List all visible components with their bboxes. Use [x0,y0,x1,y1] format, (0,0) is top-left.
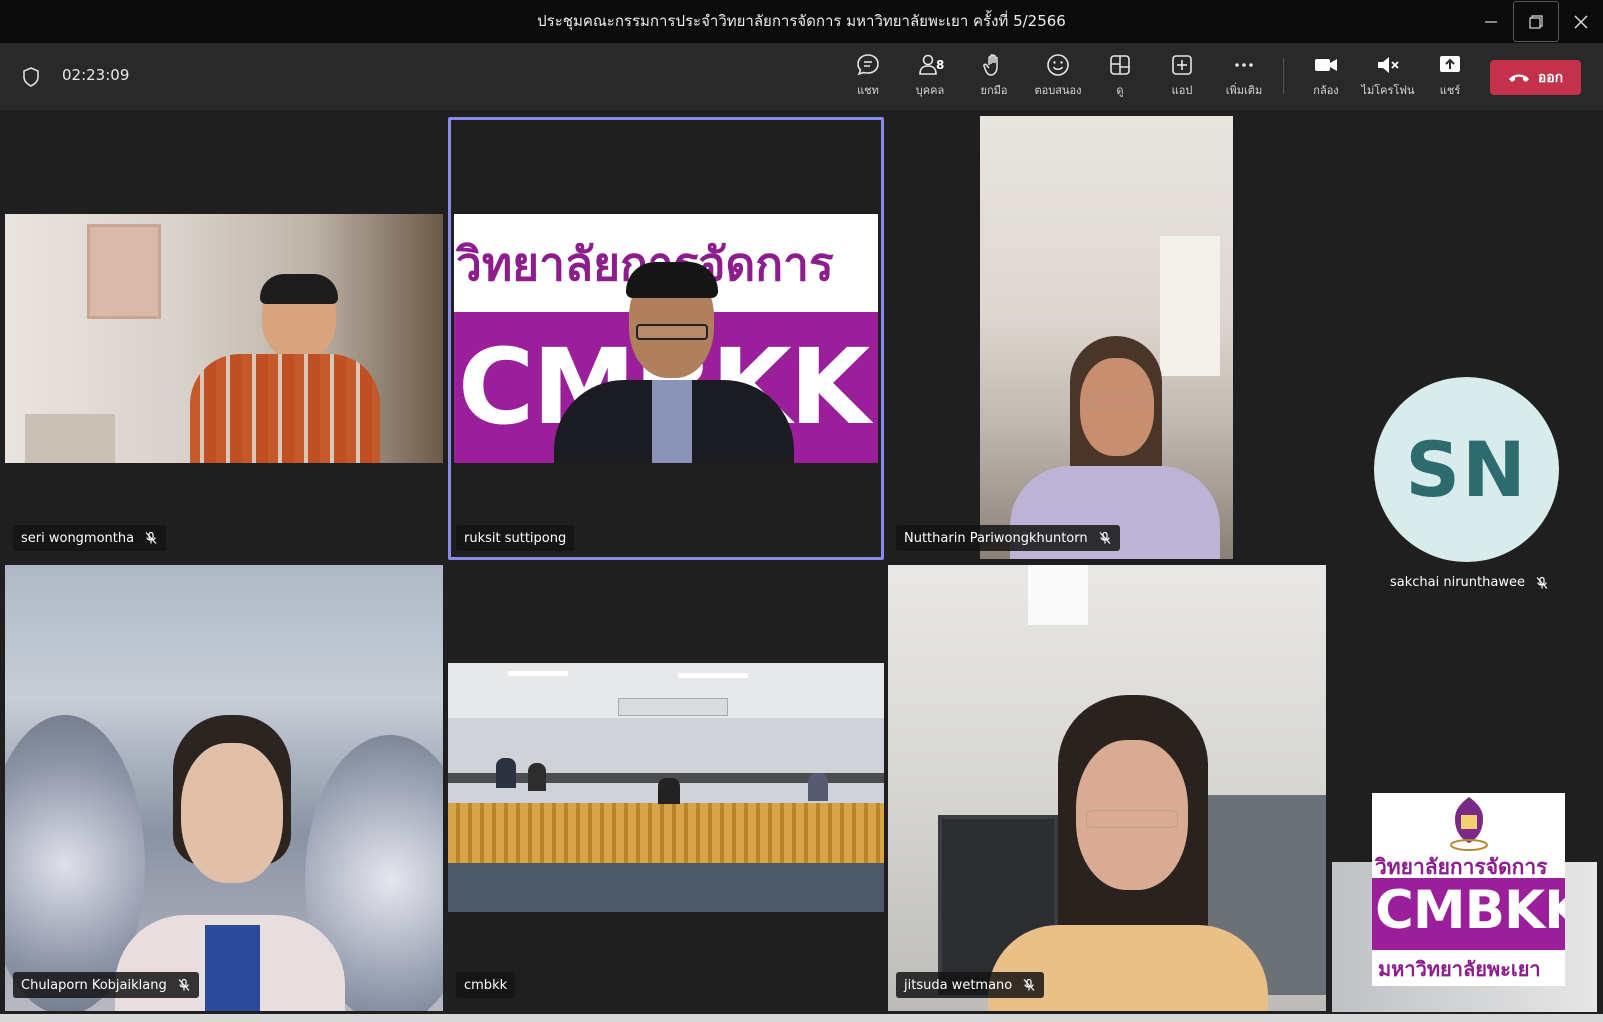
chat-label: แชท [857,84,879,97]
camera-icon [1315,59,1337,71]
minimize-icon [1485,20,1497,23]
background-banner-brand: CMBKK [1375,880,1565,941]
participant-nametag: Chulaporn Kobjaiklang [13,972,199,998]
video-feed [888,565,1326,1011]
participant-nametag: sakchai nirunthawee [1390,575,1549,590]
react-label: ตอบสนอง [1034,84,1082,97]
mic-off-icon [1023,978,1035,991]
avatar[interactable]: SN [1374,377,1559,562]
video-feed [980,116,1233,559]
apps-label: แอป [1171,84,1193,97]
more-button[interactable]: เพิ่มเติม [1214,52,1274,102]
shield-icon[interactable] [22,67,40,87]
participant-name: seri wongmontha [21,530,135,546]
participant-figure [554,262,794,463]
participant-name: jitsuda wetmano [904,977,1013,993]
close-icon [1574,15,1588,28]
camera-button[interactable]: กล้อง [1296,52,1356,102]
share-icon [1440,56,1460,72]
raise-hand-button[interactable]: ยกมือ [964,52,1024,102]
mic-label: ไม่โครโฟน [1361,84,1415,97]
people-count: 8 [936,58,945,72]
react-button[interactable]: ตอบสนอง [1028,52,1088,102]
participant-name: cmbkk [464,977,508,993]
video-tile-ruksit[interactable]: วิทยาลัยการจัดการ CMBKK ruksit suttipong [448,115,884,559]
participant-figure [988,695,1268,1011]
view-label: ดู [1116,84,1124,97]
university-seal-icon [1450,797,1488,851]
leave-button[interactable]: ออก [1490,60,1581,95]
meeting-timer: 02:23:09 [62,66,130,84]
participant-name: ruksit suttipong [464,530,567,546]
mic-muted-icon [1378,57,1399,73]
share-button[interactable]: แชร์ [1420,52,1480,102]
more-label: เพิ่มเติม [1225,84,1263,97]
share-label: แชร์ [1439,84,1461,97]
video-feed [5,214,443,463]
leave-label: ออก [1537,69,1564,86]
participant-figure [115,715,345,1011]
hand-icon [983,54,998,76]
raise-hand-label: ยกมือ [980,84,1008,97]
window-bottom-edge [0,1014,1603,1022]
plus-square-icon [1172,55,1192,75]
layout-icon [1110,55,1130,75]
video-tile-cmbkk[interactable]: cmbkk [448,565,884,1011]
self-view-background: วิทยาลัยการจัดการ CMBKK มหาวิทยาลัยพะเยา [1372,793,1565,986]
video-feed: วิทยาลัยการจัดการ CMBKK [454,214,878,463]
mic-off-icon [1099,531,1111,544]
background-banner-university: มหาวิทยาลัยพะเยา [1378,957,1541,981]
smile-icon [1047,54,1069,76]
mic-off-icon [178,978,190,991]
apps-button[interactable]: แอป [1152,52,1212,102]
chat-button[interactable]: แชท [838,52,898,102]
participant-name: Chulaporn Kobjaiklang [21,977,167,993]
participant-name: Nuttharin Pariwongkhuntorn [904,530,1088,546]
close-button[interactable] [1558,0,1603,43]
camera-label: กล้อง [1313,84,1339,97]
view-button[interactable]: ดู [1090,52,1150,102]
participant-nametag: Nuttharin Pariwongkhuntorn [896,525,1120,551]
desk [25,414,115,463]
restore-button[interactable] [1513,1,1559,42]
phone-hangup-icon [1508,74,1529,82]
mic-button[interactable]: ไม่โครโฟน [1358,52,1418,102]
more-icon [1235,63,1253,67]
participant-nametag: cmbkk [456,972,516,998]
toolbar-divider [1283,58,1284,94]
participant-nametag: jitsuda wetmano [896,972,1045,998]
minimize-button[interactable] [1468,0,1514,43]
restore-icon [1529,14,1543,29]
mic-off-icon [145,531,157,544]
people-label: บุคคล [915,84,945,97]
video-tile-chulaporn[interactable]: Chulaporn Kobjaiklang [5,565,443,1011]
video-feed [448,663,884,912]
video-tile-jitsuda[interactable]: jitsuda wetmano [888,565,1326,1011]
participant-name: sakchai nirunthawee [1390,575,1525,590]
wall-picture [87,224,161,319]
participant-nametag: ruksit suttipong [456,525,575,551]
video-tile-nuttharin[interactable]: Nuttharin Pariwongkhuntorn [888,115,1326,559]
people-button[interactable]: 8 บุคคล [900,52,960,102]
chat-icon [857,54,879,76]
window-title: ประชุมคณะกรรมการประจำวิทยาลัยการจัดการ ม… [537,12,1066,30]
mic-off-icon [1536,576,1548,589]
participant-nametag: seri wongmontha [13,525,167,551]
video-feed [5,565,443,1011]
video-tile-seri[interactable]: seri wongmontha [5,115,443,559]
participant-figure [180,274,390,463]
